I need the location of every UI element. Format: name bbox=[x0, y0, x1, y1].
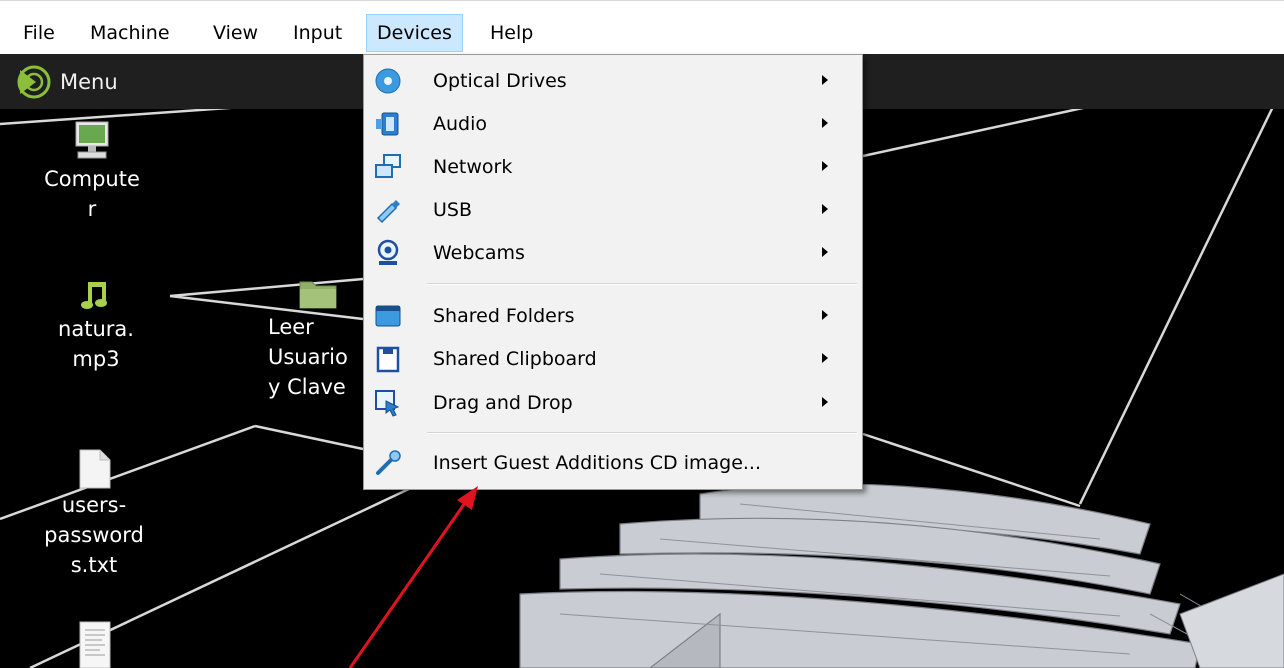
optical-drive-icon bbox=[375, 68, 401, 94]
menu-item-optical-drives[interactable]: Optical Drives bbox=[364, 61, 862, 101]
desktop-icon-label: natura. mp3 bbox=[58, 317, 134, 371]
menu-file[interactable]: File bbox=[13, 14, 65, 52]
menu-item-audio[interactable]: Audio bbox=[364, 104, 862, 144]
submenu-arrow-icon bbox=[822, 353, 828, 363]
submenu-arrow-icon bbox=[822, 161, 828, 171]
text-file-icon bbox=[79, 449, 111, 489]
desktop-icon-document[interactable] bbox=[24, 620, 164, 668]
mint-logo-icon bbox=[17, 65, 51, 99]
host-menu-bar: File Machine View Input Devices Help bbox=[0, 0, 1284, 54]
desktop-icon-natura-mp3[interactable]: natura. mp3 bbox=[26, 278, 166, 374]
menu-item-label: Audio bbox=[433, 113, 488, 135]
desktop-icon-computer[interactable]: Compute r bbox=[22, 120, 162, 224]
menu-item-label: Webcams bbox=[433, 242, 525, 264]
desktop-icon-users-passwords[interactable]: users- password s.txt bbox=[24, 448, 164, 580]
webcam-icon bbox=[377, 239, 399, 265]
menu-devices[interactable]: Devices bbox=[366, 14, 463, 52]
menu-item-insert-guest-additions[interactable]: Insert Guest Additions CD image... bbox=[364, 443, 862, 483]
menu-item-usb[interactable]: USB bbox=[364, 190, 862, 230]
folder-icon bbox=[299, 281, 337, 309]
submenu-arrow-icon bbox=[822, 75, 828, 85]
guest-menu-button[interactable]: Menu bbox=[16, 64, 118, 100]
menu-help[interactable]: Help bbox=[480, 14, 543, 52]
menu-item-label: Shared Folders bbox=[433, 305, 575, 327]
menu-item-drag-and-drop[interactable]: Drag and Drop bbox=[364, 383, 862, 423]
guest-menu-label: Menu bbox=[60, 70, 118, 94]
menu-item-label: Drag and Drop bbox=[433, 392, 573, 414]
menu-item-label: Network bbox=[433, 156, 513, 178]
submenu-arrow-icon bbox=[822, 118, 828, 128]
music-note-icon bbox=[81, 282, 107, 309]
menu-separator bbox=[427, 283, 857, 285]
submenu-arrow-icon bbox=[822, 204, 828, 214]
desktop-icon-label: Leer Usuario y Clave bbox=[268, 315, 348, 399]
submenu-arrow-icon bbox=[822, 247, 828, 257]
submenu-arrow-icon bbox=[822, 310, 828, 320]
usb-icon bbox=[376, 200, 400, 224]
guest-additions-icon bbox=[376, 450, 401, 475]
menu-item-label: Insert Guest Additions CD image... bbox=[433, 452, 762, 474]
submenu-arrow-icon bbox=[822, 397, 828, 407]
network-icon bbox=[375, 154, 401, 178]
menu-item-network[interactable]: Network bbox=[364, 147, 862, 187]
menu-item-shared-folders[interactable]: Shared Folders bbox=[364, 296, 862, 336]
menu-item-label: Optical Drives bbox=[433, 70, 567, 92]
drag-and-drop-icon bbox=[375, 390, 400, 417]
desktop-icon-label: Compute r bbox=[44, 167, 140, 221]
menu-item-label: Shared Clipboard bbox=[433, 348, 597, 370]
shared-clipboard-icon bbox=[376, 346, 400, 373]
desktop-icon-leer-usuario[interactable]: Leer Usuario y Clave bbox=[258, 276, 378, 402]
menu-view[interactable]: View bbox=[203, 14, 268, 52]
menu-item-webcams[interactable]: Webcams bbox=[364, 233, 862, 273]
document-icon bbox=[79, 621, 111, 668]
desktop-icon-label: users- password s.txt bbox=[44, 493, 144, 577]
menu-item-label: USB bbox=[433, 199, 473, 221]
menu-input[interactable]: Input bbox=[283, 14, 352, 52]
menu-machine[interactable]: Machine bbox=[80, 14, 180, 52]
devices-dropdown-menu: Optical Drives Audio Network USB Webcams… bbox=[363, 54, 863, 490]
menu-separator bbox=[427, 432, 857, 434]
audio-icon bbox=[376, 112, 399, 136]
computer-icon bbox=[75, 121, 109, 159]
menu-item-shared-clipboard[interactable]: Shared Clipboard bbox=[364, 339, 862, 379]
shared-folder-icon bbox=[375, 305, 401, 327]
